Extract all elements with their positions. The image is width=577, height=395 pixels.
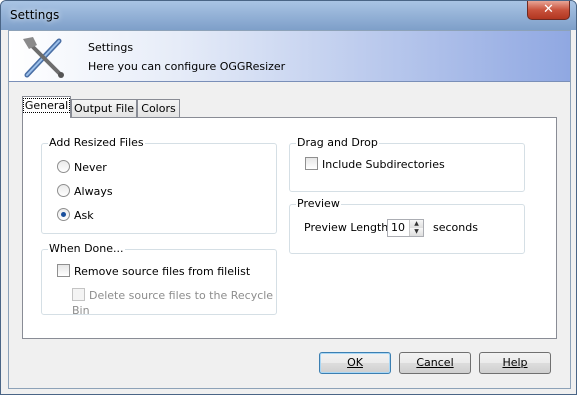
spinner-buttons[interactable]: ▲ ▼ [409, 220, 423, 236]
preview-length-spinner[interactable]: 10 ▲ ▼ [387, 219, 424, 237]
help-button[interactable]: Help [479, 352, 551, 374]
general-tab-panel: Add Resized Files Never Always Ask When … [22, 117, 557, 339]
spin-up-icon[interactable]: ▲ [410, 220, 423, 228]
group-title: When Done... [48, 242, 125, 255]
radio-always[interactable]: Always [57, 184, 113, 199]
add-resized-files-group: Add Resized Files Never Always Ask [41, 136, 277, 234]
close-button[interactable]: ✕ [527, 1, 570, 20]
radio-circle[interactable] [57, 160, 70, 173]
banner-title: Settings [88, 41, 134, 54]
ok-button[interactable]: OK [319, 352, 391, 374]
spin-down-icon[interactable]: ▼ [410, 228, 423, 236]
header-banner: Settings Here you can configure OGGResiz… [9, 31, 570, 82]
radio-never[interactable]: Never [57, 160, 107, 175]
window-title: Settings [10, 8, 60, 22]
settings-window: Settings ✕ Settings Here you can configu… [0, 0, 577, 395]
close-icon: ✕ [543, 2, 554, 17]
tab-colors[interactable]: Colors [137, 99, 180, 117]
when-done-group: When Done... Remove source files from fi… [41, 242, 277, 317]
banner-subtitle: Here you can configure OGGResizer [88, 60, 286, 73]
tools-icon [23, 37, 64, 78]
tab-general[interactable]: General [22, 96, 71, 118]
checkbox-box[interactable] [305, 157, 318, 170]
delete-to-recycle-checkbox: Delete source files to the Recycle Bin [72, 288, 274, 317]
preview-unit-label: seconds [433, 221, 478, 234]
radio-ask[interactable]: Ask [57, 208, 94, 223]
group-title: Drag and Drop [296, 136, 379, 149]
dialog-client: Settings Here you can configure OGGResiz… [8, 30, 571, 389]
include-subdirectories-checkbox[interactable]: Include Subdirectories [305, 157, 445, 172]
preview-length-label: Preview Length: [304, 221, 392, 234]
title-bar[interactable]: Settings ✕ [1, 1, 576, 30]
cancel-button[interactable]: Cancel [399, 352, 471, 374]
group-title: Add Resized Files [48, 136, 145, 149]
checkbox-box-disabled [72, 288, 85, 301]
drag-and-drop-group: Drag and Drop Include Subdirectories [289, 136, 525, 192]
group-title: Preview [296, 197, 341, 210]
radio-circle[interactable] [57, 184, 70, 197]
preview-group: Preview Preview Length: 10 ▲ ▼ seconds [289, 197, 525, 254]
radio-circle-selected[interactable] [57, 208, 70, 221]
checkbox-box[interactable] [57, 264, 70, 277]
remove-source-checkbox[interactable]: Remove source files from filelist [57, 264, 250, 279]
preview-length-value[interactable]: 10 [391, 221, 405, 234]
tab-output-file[interactable]: Output File [71, 99, 137, 117]
